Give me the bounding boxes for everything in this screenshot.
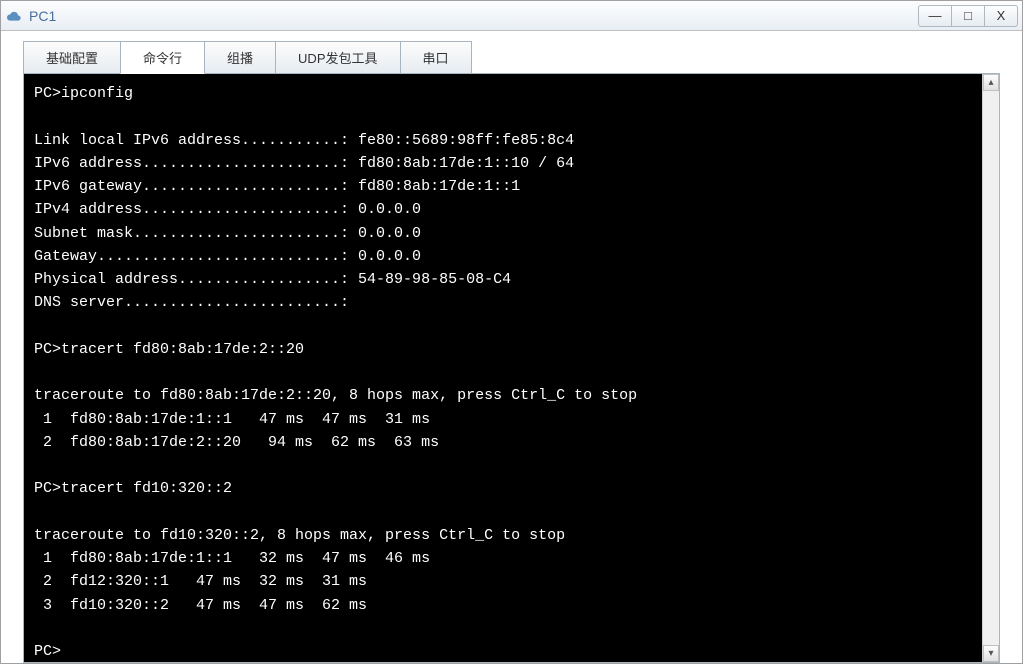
maximize-icon: □: [964, 8, 972, 23]
scroll-down-button[interactable]: ▾: [983, 645, 999, 662]
minimize-button[interactable]: —: [918, 5, 952, 27]
chevron-down-icon: ▾: [988, 648, 993, 659]
chevron-up-icon: ▴: [988, 77, 993, 88]
tab-multicast[interactable]: 组播: [204, 41, 276, 73]
close-button[interactable]: X: [984, 5, 1018, 27]
tabstrip: 基础配置 命令行 组播 UDP发包工具 串口: [23, 41, 1000, 73]
app-icon: [5, 7, 23, 25]
tab-label: UDP发包工具: [298, 51, 377, 66]
terminal[interactable]: PC>ipconfig Link local IPv6 address.....…: [24, 74, 999, 662]
tab-label: 命令行: [143, 51, 182, 66]
tab-udp-tool[interactable]: UDP发包工具: [275, 41, 400, 73]
tab-label: 基础配置: [46, 51, 98, 66]
terminal-panel: PC>ipconfig Link local IPv6 address.....…: [23, 73, 1000, 663]
minimize-icon: —: [929, 8, 942, 23]
vertical-scrollbar[interactable]: ▴ ▾: [982, 74, 999, 662]
tab-command-line[interactable]: 命令行: [120, 41, 205, 74]
close-icon: X: [997, 8, 1006, 23]
tab-label: 组播: [227, 51, 253, 66]
scroll-up-button[interactable]: ▴: [983, 74, 999, 91]
window-title: PC1: [29, 8, 919, 24]
maximize-button[interactable]: □: [951, 5, 985, 27]
tab-serial[interactable]: 串口: [400, 41, 472, 73]
app-window: PC1 — □ X 基础配置 命令行 组播 UDP发包工具 串口 PC>ipco…: [0, 0, 1023, 664]
window-controls: — □ X: [919, 5, 1018, 27]
client-area: 基础配置 命令行 组播 UDP发包工具 串口 PC>ipconfig Link …: [1, 31, 1022, 663]
tab-label: 串口: [423, 51, 449, 66]
tab-basic-config[interactable]: 基础配置: [23, 41, 121, 73]
titlebar[interactable]: PC1 — □ X: [1, 1, 1022, 31]
